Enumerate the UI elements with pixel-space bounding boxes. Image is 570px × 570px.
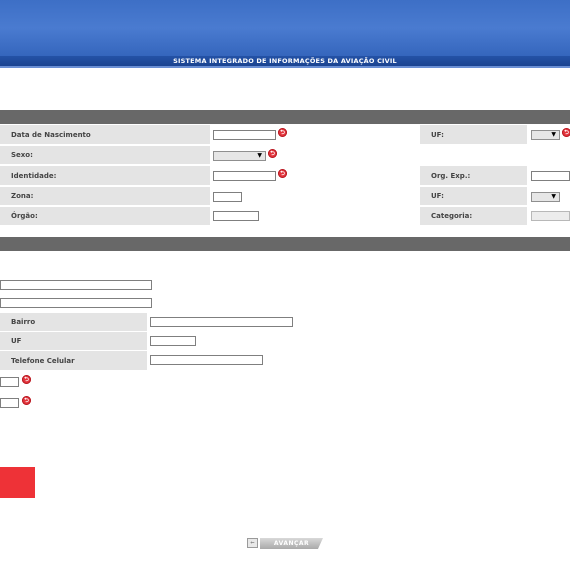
zone-uf-select[interactable]: ▼ bbox=[531, 192, 560, 202]
issuer-label: Org. Exp.: bbox=[420, 166, 527, 185]
address-uf-label: UF bbox=[0, 332, 147, 350]
section-header-address bbox=[0, 237, 570, 251]
issuer-input[interactable] bbox=[531, 171, 570, 181]
mobile-label: Telefone Celular bbox=[0, 351, 147, 370]
birth-uf-select[interactable]: ▼ bbox=[531, 130, 560, 140]
birth-uf-label: UF: bbox=[420, 125, 527, 144]
organ-label: Órgão: bbox=[0, 207, 210, 225]
category-input[interactable] bbox=[531, 211, 570, 221]
identity-input[interactable] bbox=[213, 171, 276, 181]
birth-date-label: Data de Nascimento bbox=[0, 125, 210, 144]
neighborhood-input[interactable] bbox=[150, 317, 293, 327]
address-uf-input[interactable] bbox=[150, 336, 196, 346]
sex-select[interactable]: ▼ bbox=[213, 151, 266, 161]
zone-input[interactable] bbox=[213, 192, 242, 202]
header-banner bbox=[0, 0, 570, 56]
required-icon: ⮌ bbox=[278, 169, 287, 178]
birth-date-input[interactable] bbox=[213, 130, 276, 140]
identity-label: Identidade: bbox=[0, 166, 210, 185]
address-input[interactable] bbox=[0, 280, 152, 290]
back-icon[interactable]: ⇐ bbox=[247, 538, 258, 548]
red-panel bbox=[0, 467, 35, 498]
extra-input-2[interactable] bbox=[0, 398, 19, 408]
complement-input[interactable] bbox=[0, 298, 152, 308]
mobile-input[interactable] bbox=[150, 355, 263, 365]
next-button[interactable]: AVANÇAR bbox=[260, 538, 323, 549]
required-icon: ⮌ bbox=[268, 149, 277, 158]
title-divider bbox=[0, 66, 570, 68]
zone-uf-label: UF: bbox=[420, 187, 527, 205]
required-icon: ⮌ bbox=[22, 396, 31, 405]
extra-input-1[interactable] bbox=[0, 377, 19, 387]
required-icon: ⮌ bbox=[278, 128, 287, 137]
section-header-personal bbox=[0, 110, 570, 124]
sex-label: Sexo: bbox=[0, 146, 210, 164]
organ-input[interactable] bbox=[213, 211, 259, 221]
category-label: Categoria: bbox=[420, 207, 527, 225]
system-title: SISTEMA INTEGRADO DE INFORMAÇÕES DA AVIA… bbox=[0, 56, 570, 66]
required-icon: ⮌ bbox=[562, 128, 570, 137]
zone-label: Zona: bbox=[0, 187, 210, 205]
required-icon: ⮌ bbox=[22, 375, 31, 384]
neighborhood-label: Bairro bbox=[0, 313, 147, 331]
